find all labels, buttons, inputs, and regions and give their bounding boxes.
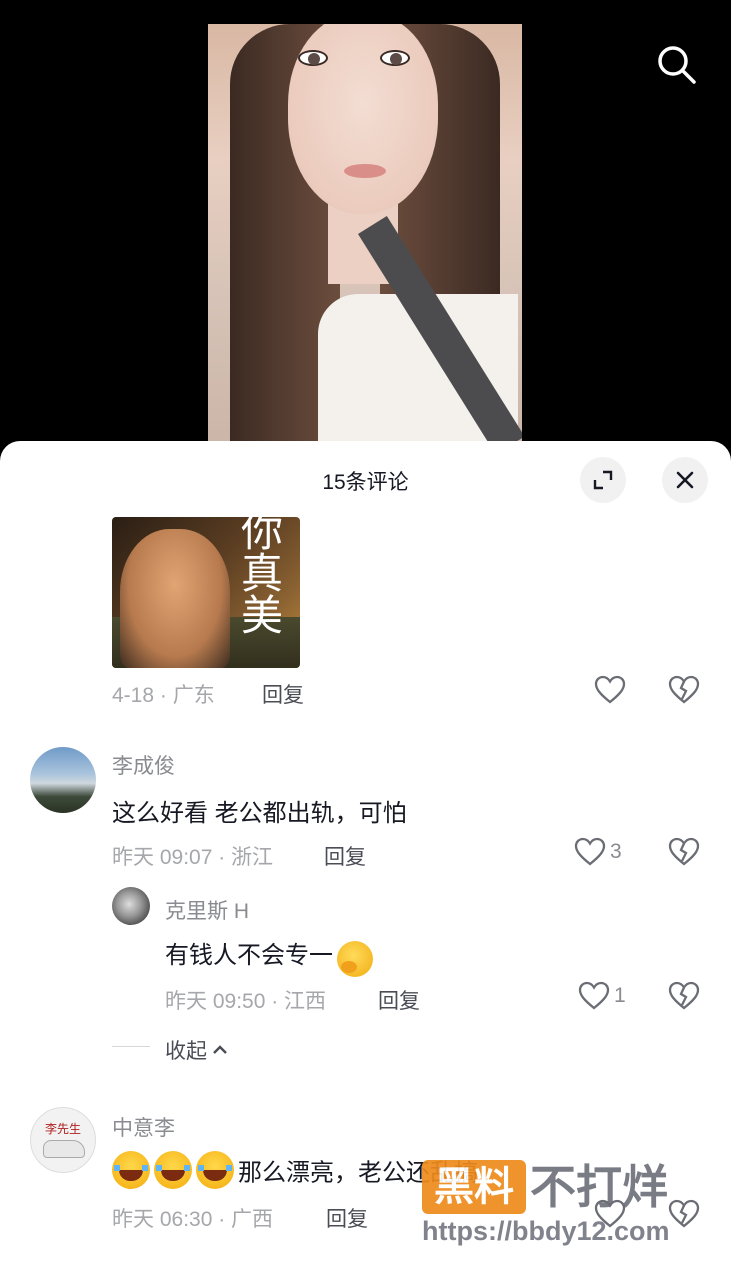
reply-button[interactable]: 回复 bbox=[378, 985, 420, 1015]
chevron-up-icon bbox=[213, 1045, 227, 1054]
sheet-header: 15条评论 bbox=[0, 441, 731, 519]
sticker-text: 你真美 bbox=[240, 517, 283, 640]
heart-icon bbox=[578, 981, 610, 1010]
comment-meta: 昨天 09:50 · 江西 bbox=[165, 990, 327, 1013]
search-icon bbox=[658, 46, 696, 84]
heart-icon bbox=[574, 837, 606, 866]
dislike-button[interactable] bbox=[668, 981, 700, 1016]
video-player[interactable] bbox=[0, 0, 731, 470]
comment-sheet: 15条评论 你真美 4-18 · 广东 回复 李成俊 这么好看 老公都出轨，可怕… bbox=[0, 441, 731, 1280]
comment-username[interactable]: 克里斯 H bbox=[165, 895, 249, 925]
heart-icon bbox=[594, 1199, 626, 1228]
collapse-label: 收起 bbox=[165, 1040, 207, 1063]
comment-text: 那么漂亮，老公还乱搞 bbox=[238, 1159, 478, 1187]
comment-username[interactable]: 中意李 bbox=[112, 1112, 175, 1142]
broken-heart-icon bbox=[668, 675, 700, 704]
video-frame bbox=[208, 24, 522, 470]
like-count: 3 bbox=[610, 840, 622, 863]
laughing-crying-emoji-icon bbox=[112, 1151, 150, 1189]
reply-button[interactable]: 回复 bbox=[326, 1203, 368, 1233]
like-button[interactable]: 3 bbox=[574, 837, 622, 867]
expand-icon bbox=[593, 470, 613, 490]
laughing-crying-emoji-icon bbox=[154, 1151, 192, 1189]
dislike-button[interactable] bbox=[668, 1199, 700, 1234]
eye-left bbox=[298, 50, 328, 66]
close-button[interactable] bbox=[662, 457, 708, 503]
comment-username[interactable]: 李成俊 bbox=[112, 750, 175, 780]
avatar[interactable] bbox=[112, 887, 150, 925]
broken-heart-icon bbox=[668, 837, 700, 866]
comment-text-row: 有钱人不会专一 bbox=[165, 935, 374, 977]
reply-button[interactable]: 回复 bbox=[324, 841, 366, 871]
dislike-button[interactable] bbox=[668, 837, 700, 872]
heart-icon bbox=[594, 675, 626, 704]
avatar[interactable]: 李先生 bbox=[30, 1107, 96, 1173]
comment-meta: 4-18 · 广东 bbox=[112, 684, 215, 707]
face bbox=[288, 24, 438, 214]
reply-button[interactable]: 回复 bbox=[262, 679, 304, 709]
collapse-divider bbox=[112, 1046, 150, 1047]
comment-text: 这么好看 老公都出轨，可怕 bbox=[112, 800, 407, 827]
like-count: 1 bbox=[614, 984, 626, 1007]
like-button[interactable] bbox=[594, 675, 630, 705]
broken-heart-icon bbox=[668, 1199, 700, 1228]
eye-right bbox=[380, 50, 410, 66]
comment-meta: 昨天 09:07 · 浙江 bbox=[112, 846, 274, 869]
comment-meta: 昨天 06:30 · 广西 bbox=[112, 1208, 274, 1231]
like-button[interactable] bbox=[594, 1199, 630, 1229]
dislike-button[interactable] bbox=[668, 675, 700, 710]
thinking-emoji-icon bbox=[337, 940, 374, 977]
broken-heart-icon bbox=[668, 981, 700, 1010]
laughing-crying-emoji-icon bbox=[196, 1151, 234, 1189]
lips bbox=[344, 164, 386, 178]
collapse-replies-button[interactable]: 收起 bbox=[165, 1035, 229, 1065]
sticker-image[interactable]: 你真美 bbox=[112, 517, 300, 668]
search-button[interactable] bbox=[652, 40, 700, 88]
sticker-person bbox=[120, 529, 230, 668]
avatar[interactable] bbox=[30, 747, 96, 813]
car-icon bbox=[43, 1140, 85, 1158]
comment-text-row: 那么漂亮，老公还乱搞 bbox=[112, 1151, 478, 1189]
comment-text: 有钱人不会专一 bbox=[165, 942, 333, 969]
avatar-text: 李先生 bbox=[44, 1122, 81, 1136]
close-icon bbox=[676, 471, 694, 489]
expand-button[interactable] bbox=[580, 457, 626, 503]
like-button[interactable]: 1 bbox=[578, 981, 626, 1011]
